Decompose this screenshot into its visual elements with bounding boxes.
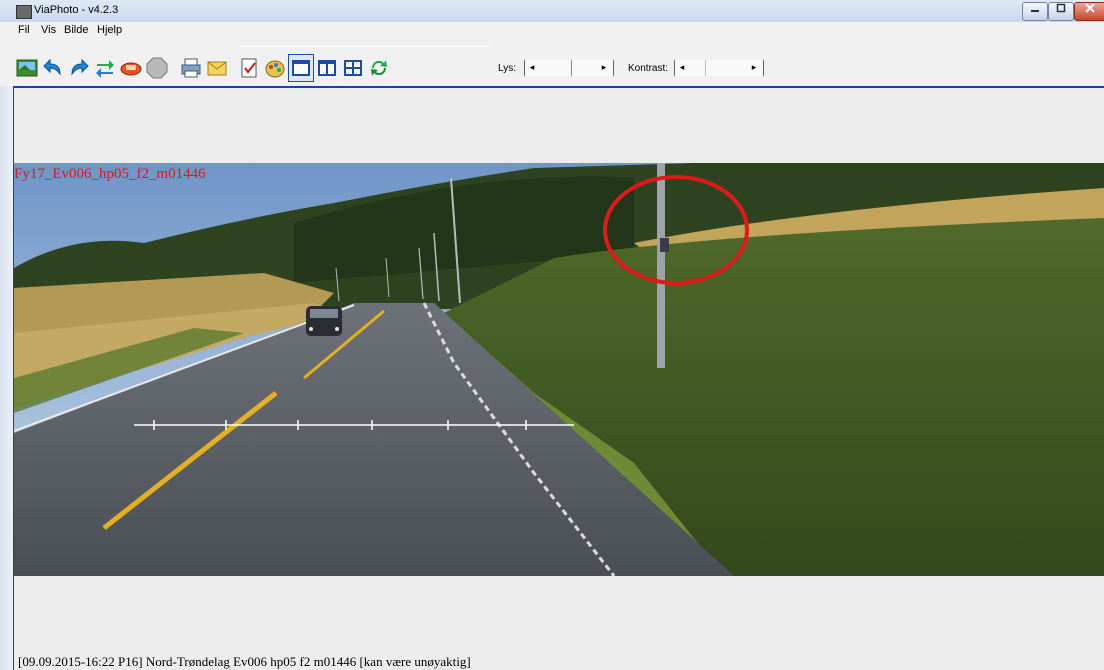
open-image-button[interactable]	[14, 54, 40, 82]
back-icon	[43, 58, 61, 76]
window-title: ViaPhoto - v4.2.3	[34, 4, 119, 16]
maximize-button[interactable]	[1048, 2, 1074, 21]
quad-view-icon	[344, 60, 362, 76]
double-view-icon	[318, 60, 336, 76]
left-border	[0, 86, 14, 670]
toolbar: Lys: ◂ ▸ Kontrast: ◂ ▸	[0, 40, 1104, 86]
road-photo[interactable]	[14, 163, 1104, 576]
contrast-thumb[interactable]	[705, 60, 706, 76]
double-view-button[interactable]	[314, 54, 340, 82]
menu-vis[interactable]: Vis	[41, 24, 56, 36]
menu-bilde[interactable]: Bilde	[64, 24, 88, 36]
toolbar-divider	[240, 46, 490, 47]
contrast-left-arrow[interactable]: ◂	[677, 62, 687, 72]
back-button[interactable]	[40, 54, 66, 82]
contrast-slider[interactable]: ◂ ▸	[674, 60, 764, 76]
menu-fil[interactable]: Fil	[18, 24, 30, 36]
contrast-label: Kontrast:	[628, 63, 669, 74]
refresh-icon	[371, 60, 387, 76]
menu-hjelp[interactable]: Hjelp	[97, 24, 122, 36]
swap-direction-button[interactable]	[92, 54, 118, 82]
print-icon	[181, 58, 201, 78]
forward-button[interactable]	[66, 54, 92, 82]
single-view-icon	[292, 60, 310, 76]
report-icon	[241, 58, 257, 78]
menu-bar: Fil Vis Bilde Hjelp	[0, 22, 1104, 40]
brightness-label: Lys:	[498, 63, 516, 74]
road-photo-image	[14, 163, 1104, 576]
title-bar: ViaPhoto - v4.2.3	[0, 0, 1104, 22]
email-button[interactable]	[204, 54, 230, 82]
quad-view-button[interactable]	[340, 54, 366, 82]
paint-button[interactable]	[262, 54, 288, 82]
refresh-button[interactable]	[366, 54, 392, 82]
single-view-button[interactable]	[288, 54, 314, 82]
maximize-icon	[1056, 3, 1066, 13]
email-icon	[207, 61, 227, 76]
report-button[interactable]	[236, 54, 262, 82]
status-bar: [09.09.2015-16:22 P16] Nord-Trøndelag Ev…	[18, 654, 471, 669]
open-image-icon	[16, 59, 38, 77]
stop-button[interactable]	[144, 54, 170, 82]
close-icon	[1085, 3, 1095, 13]
swap-direction-icon	[96, 60, 114, 78]
brightness-right-arrow[interactable]: ▸	[599, 62, 609, 72]
brightness-thumb[interactable]	[571, 60, 572, 76]
stop-icon	[146, 57, 168, 79]
car-button[interactable]	[118, 54, 144, 82]
car-icon	[120, 62, 142, 76]
paint-icon	[265, 60, 285, 78]
toolbar-separator	[13, 86, 1104, 88]
brightness-left-arrow[interactable]: ◂	[527, 62, 537, 72]
forward-icon	[71, 58, 89, 76]
close-button[interactable]	[1074, 2, 1104, 21]
minimize-button[interactable]	[1022, 2, 1048, 21]
brightness-slider[interactable]: ◂ ▸	[524, 60, 614, 76]
photo-label: Fy17_Ev006_hp05_f2_m01446	[14, 166, 206, 182]
print-button[interactable]	[178, 54, 204, 82]
contrast-right-arrow[interactable]: ▸	[749, 62, 759, 72]
minimize-icon	[1031, 10, 1039, 12]
app-icon	[16, 5, 32, 19]
